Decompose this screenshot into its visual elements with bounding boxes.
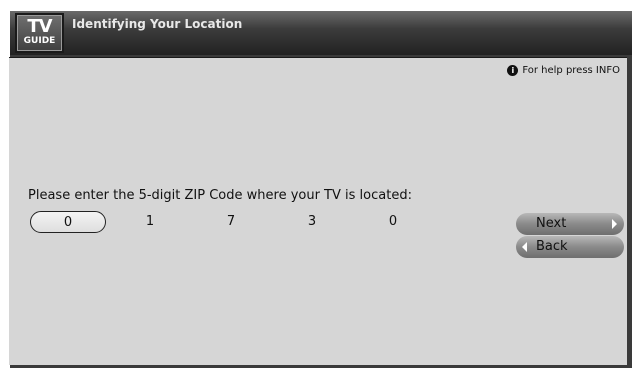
next-button-label: Next: [536, 216, 567, 231]
back-button[interactable]: Back: [516, 236, 624, 258]
main-panel: i For help press INFO Please enter the 5…: [9, 57, 627, 365]
zip-digit-5[interactable]: 0: [365, 211, 421, 233]
logo-guide-text: GUIDE: [23, 36, 56, 46]
arrow-left-icon: [522, 242, 527, 252]
title-bar: TV GUIDE Identifying Your Location: [10, 11, 632, 55]
help-text: For help press INFO: [522, 65, 620, 76]
zip-digit-4[interactable]: 3: [284, 211, 340, 233]
back-button-label: Back: [536, 239, 568, 254]
arrow-right-icon: [612, 219, 617, 229]
zip-digit-1-selected[interactable]: 0: [30, 211, 106, 233]
help-hint: i For help press INFO: [507, 65, 620, 76]
zip-digit-2[interactable]: 1: [122, 211, 178, 233]
zip-digit-3[interactable]: 7: [203, 211, 259, 233]
tv-guide-logo: TV GUIDE: [15, 13, 64, 53]
page-title: Identifying Your Location: [72, 17, 243, 31]
logo-tv-text: TV: [27, 16, 52, 37]
zip-prompt: Please enter the 5-digit ZIP Code where …: [28, 188, 412, 203]
next-button[interactable]: Next: [516, 213, 624, 235]
info-icon: i: [507, 65, 519, 76]
